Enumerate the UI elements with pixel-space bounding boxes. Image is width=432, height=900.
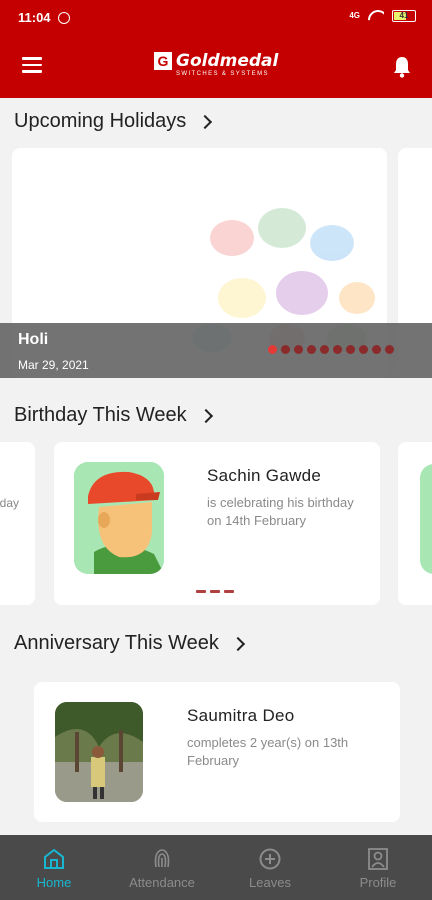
nav-profile[interactable]: Profile	[324, 835, 432, 900]
carousel-dot[interactable]	[294, 345, 303, 354]
chevron-right-icon	[230, 636, 245, 651]
nav-home[interactable]: Home	[0, 835, 108, 900]
brand-name: Goldmedal	[176, 51, 279, 71]
brand-logo: G Goldmedal SWITCHES & SYSTEMS	[154, 52, 278, 78]
profile-icon	[368, 848, 388, 870]
holidays-header[interactable]: Upcoming Holidays	[14, 110, 213, 133]
carousel-dot[interactable]	[372, 345, 381, 354]
anniversary-person-name: Saumitra Deo	[187, 706, 295, 725]
home-icon	[44, 848, 64, 869]
carousel-dot[interactable]	[385, 345, 394, 354]
menu-icon[interactable]	[22, 57, 42, 73]
nav-attendance[interactable]: Attendance	[108, 835, 216, 900]
carousel-dot[interactable]	[333, 345, 342, 354]
bottom-navigation: Home Attendance Leaves Profile	[0, 835, 432, 900]
birthday-person-name: Sachin Gawde	[207, 466, 322, 485]
birthday-card[interactable]: Sachin Gawde is celebrating his birthday…	[54, 442, 380, 605]
chevron-right-icon	[198, 114, 213, 129]
brand-tagline: SWITCHES & SYSTEMS	[176, 71, 269, 77]
battery-icon: 41	[392, 10, 416, 22]
wifi-icon	[368, 10, 384, 22]
app-bar: G Goldmedal SWITCHES & SYSTEMS	[0, 36, 432, 98]
bell-icon[interactable]	[392, 56, 412, 78]
holiday-name: Holi	[18, 331, 49, 348]
carousel-dot[interactable]	[307, 345, 316, 354]
birthday-line-2: on 14th February	[207, 513, 307, 528]
avatar	[420, 464, 432, 574]
nav-label: Leaves	[249, 875, 291, 890]
battery-level: 41	[399, 11, 409, 20]
anniversaries-title: Anniversary This Week	[14, 632, 219, 654]
avatar	[55, 702, 143, 802]
birthday-line-1: is celebrating his birthday	[207, 495, 354, 510]
carousel-indicator	[268, 345, 394, 354]
birthdays-title: Birthday This Week	[14, 404, 187, 426]
nav-label: Profile	[359, 875, 397, 890]
chevron-right-icon	[198, 408, 213, 423]
carousel-dot[interactable]	[320, 345, 329, 354]
fingerprint-icon	[154, 849, 170, 868]
carousel-dot[interactable]	[359, 345, 368, 354]
carousel-dot[interactable]	[268, 345, 277, 354]
plus-circle-icon	[259, 848, 281, 870]
prev-birthday-card[interactable]: day	[0, 442, 35, 605]
card-indicator	[196, 590, 234, 593]
carousel-dot[interactable]	[281, 345, 290, 354]
holiday-date: Mar 29, 2021	[18, 358, 89, 372]
avatar	[74, 462, 164, 574]
anniversaries-header[interactable]: Anniversary This Week	[14, 632, 245, 655]
nav-label: Attendance	[129, 875, 195, 890]
carousel-dot[interactable]	[346, 345, 355, 354]
birthdays-header[interactable]: Birthday This Week	[14, 404, 213, 427]
nav-leaves[interactable]: Leaves	[216, 835, 324, 900]
signal-text: 4G	[349, 11, 360, 20]
whatsapp-icon	[58, 12, 70, 24]
peek-text: day	[0, 496, 19, 510]
anniversary-line-2: February	[187, 753, 240, 768]
holiday-caption: Holi Mar 29, 2021	[0, 323, 432, 378]
next-birthday-card[interactable]	[398, 442, 432, 605]
status-bar: 11:04 4G 41	[0, 0, 432, 36]
holidays-title: Upcoming Holidays	[14, 110, 187, 132]
nav-label: Home	[36, 875, 72, 890]
logo-mark: G	[154, 52, 172, 70]
anniversary-card[interactable]: Saumitra Deo completes 2 year(s) on 13th…	[34, 682, 400, 822]
status-time: 11:04	[18, 10, 51, 25]
anniversary-line-1: completes 2 year(s) on 13th	[187, 735, 349, 750]
